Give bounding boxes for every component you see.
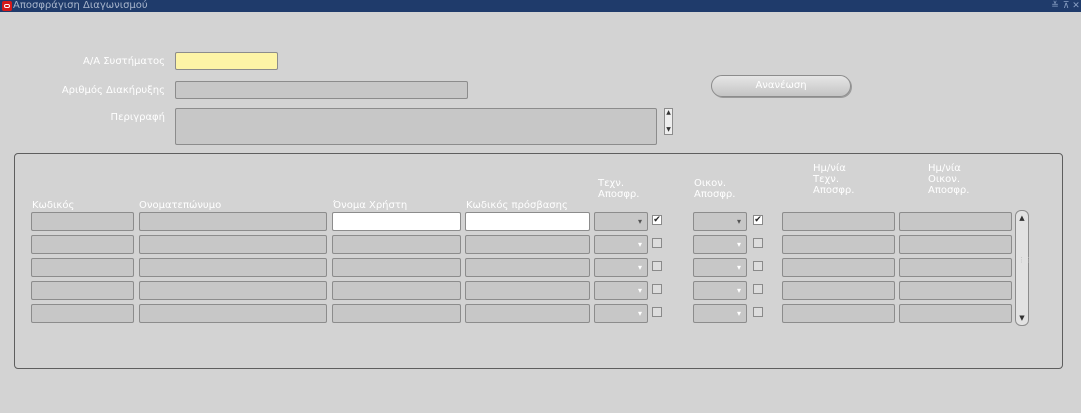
- description-label: Περιγραφή: [110, 112, 165, 123]
- tech-unseal-dropdown[interactable]: ▾: [594, 258, 648, 277]
- cell-username[interactable]: [332, 304, 461, 323]
- header-username: Όνομα Χρήστη: [333, 200, 408, 211]
- cell-fullname[interactable]: [139, 304, 327, 323]
- scroll-down-icon[interactable]: ▼: [1017, 313, 1027, 323]
- tech-unseal-dropdown[interactable]: ▾: [594, 304, 648, 323]
- cell-fin-date[interactable]: [899, 258, 1012, 277]
- cell-code[interactable]: [31, 212, 134, 231]
- cell-username[interactable]: [332, 212, 461, 231]
- cell-fin-date[interactable]: [899, 281, 1012, 300]
- fin-unseal-dropdown[interactable]: ▾: [693, 281, 747, 300]
- tech-unseal-checkbox[interactable]: [652, 284, 662, 294]
- fin-unseal-checkbox[interactable]: [753, 307, 763, 317]
- announcement-field[interactable]: [175, 81, 468, 99]
- cell-code[interactable]: [31, 258, 134, 277]
- chevron-down-icon[interactable]: ▾: [635, 262, 645, 273]
- cell-password[interactable]: [465, 212, 590, 231]
- header-fullname: Ονοματεπώνυμο: [139, 200, 222, 211]
- scroll-down-icon[interactable]: ▼: [665, 126, 672, 134]
- fin-unseal-checkbox[interactable]: ✔: [753, 215, 763, 225]
- chevron-down-icon[interactable]: ▾: [734, 262, 744, 273]
- scroll-up-icon[interactable]: ▲: [1017, 213, 1027, 223]
- chevron-down-icon[interactable]: ▾: [734, 308, 744, 319]
- tech-unseal-checkbox[interactable]: [652, 307, 662, 317]
- close-icon[interactable]: ✕: [1071, 0, 1081, 12]
- window-title: Αποσφράγιση Διαγωνισμού: [13, 0, 148, 11]
- tech-unseal-checkbox[interactable]: ✔: [652, 215, 662, 225]
- chevron-down-icon[interactable]: ▾: [635, 239, 645, 250]
- fin-unseal-checkbox[interactable]: [753, 284, 763, 294]
- cell-password[interactable]: [465, 304, 590, 323]
- cell-tech-date[interactable]: [782, 258, 895, 277]
- cell-password[interactable]: [465, 235, 590, 254]
- chevron-down-icon[interactable]: ▾: [734, 285, 744, 296]
- tech-unseal-checkbox[interactable]: [652, 261, 662, 271]
- scroll-up-icon[interactable]: ▲: [665, 109, 672, 117]
- restore-icon[interactable]: ⊼: [1061, 0, 1071, 12]
- refresh-button[interactable]: Ανανέωση: [711, 75, 851, 97]
- cell-password[interactable]: [465, 258, 590, 277]
- fin-unseal-checkbox[interactable]: [753, 261, 763, 271]
- oracle-app-icon: [2, 1, 12, 11]
- header-fin-date: Ημ/νία Οικον. Αποσφρ.: [928, 163, 970, 196]
- cell-username[interactable]: [332, 258, 461, 277]
- cell-tech-date[interactable]: [782, 235, 895, 254]
- cell-fullname[interactable]: [139, 258, 327, 277]
- fin-unseal-dropdown[interactable]: ▾: [693, 235, 747, 254]
- header-fin-unseal: Οικον. Αποσφρ.: [694, 178, 736, 200]
- window-titlebar: Αποσφράγιση Διαγωνισμού ≚ ⊼ ✕: [0, 0, 1081, 12]
- description-field[interactable]: [175, 108, 657, 145]
- check-icon: ✔: [653, 215, 661, 225]
- cell-code[interactable]: [31, 235, 134, 254]
- fin-unseal-dropdown[interactable]: ▾: [693, 304, 747, 323]
- system-id-field[interactable]: [175, 52, 278, 70]
- scroll-thumb-grip-icon[interactable]: ⋮⋮: [1018, 251, 1032, 269]
- cell-fullname[interactable]: [139, 212, 327, 231]
- header-password: Κωδικός πρόσβασης: [466, 200, 568, 211]
- cell-fin-date[interactable]: [899, 212, 1012, 231]
- chevron-down-icon[interactable]: ▾: [635, 216, 645, 227]
- cell-username[interactable]: [332, 281, 461, 300]
- cell-fin-date[interactable]: [899, 235, 1012, 254]
- description-scrollbar[interactable]: ▲ ▼: [664, 108, 673, 135]
- cell-tech-date[interactable]: [782, 212, 895, 231]
- cell-username[interactable]: [332, 235, 461, 254]
- header-code: Κωδικός: [32, 200, 75, 211]
- cell-fullname[interactable]: [139, 235, 327, 254]
- system-id-label: Α/Α Συστήματος: [83, 56, 165, 67]
- check-icon: ✔: [754, 215, 762, 225]
- header-tech-date: Ημ/νία Τεχν. Αποσφρ.: [813, 163, 855, 196]
- chevron-down-icon[interactable]: ▾: [635, 285, 645, 296]
- cell-code[interactable]: [31, 304, 134, 323]
- table-scrollbar[interactable]: ▲ ⋮⋮ ▼: [1015, 210, 1032, 326]
- chevron-down-icon[interactable]: ▾: [734, 239, 744, 250]
- cell-code[interactable]: [31, 281, 134, 300]
- tech-unseal-dropdown[interactable]: ▾: [594, 281, 648, 300]
- cell-tech-date[interactable]: [782, 304, 895, 323]
- header-tech-unseal: Τεχν. Αποσφρ.: [598, 178, 640, 200]
- tech-unseal-dropdown[interactable]: ▾: [594, 212, 648, 231]
- announcement-label: Αριθμός Διακήρυξης: [61, 85, 165, 96]
- cell-fullname[interactable]: [139, 281, 327, 300]
- tech-unseal-dropdown[interactable]: ▾: [594, 235, 648, 254]
- tech-unseal-checkbox[interactable]: [652, 238, 662, 248]
- fin-unseal-dropdown[interactable]: ▾: [693, 212, 747, 231]
- cell-fin-date[interactable]: [899, 304, 1012, 323]
- cell-password[interactable]: [465, 281, 590, 300]
- minimize-icon[interactable]: ≚: [1050, 0, 1060, 12]
- chevron-down-icon[interactable]: ▾: [635, 308, 645, 319]
- fin-unseal-dropdown[interactable]: ▾: [693, 258, 747, 277]
- cell-tech-date[interactable]: [782, 281, 895, 300]
- fin-unseal-checkbox[interactable]: [753, 238, 763, 248]
- chevron-down-icon[interactable]: ▾: [734, 216, 744, 227]
